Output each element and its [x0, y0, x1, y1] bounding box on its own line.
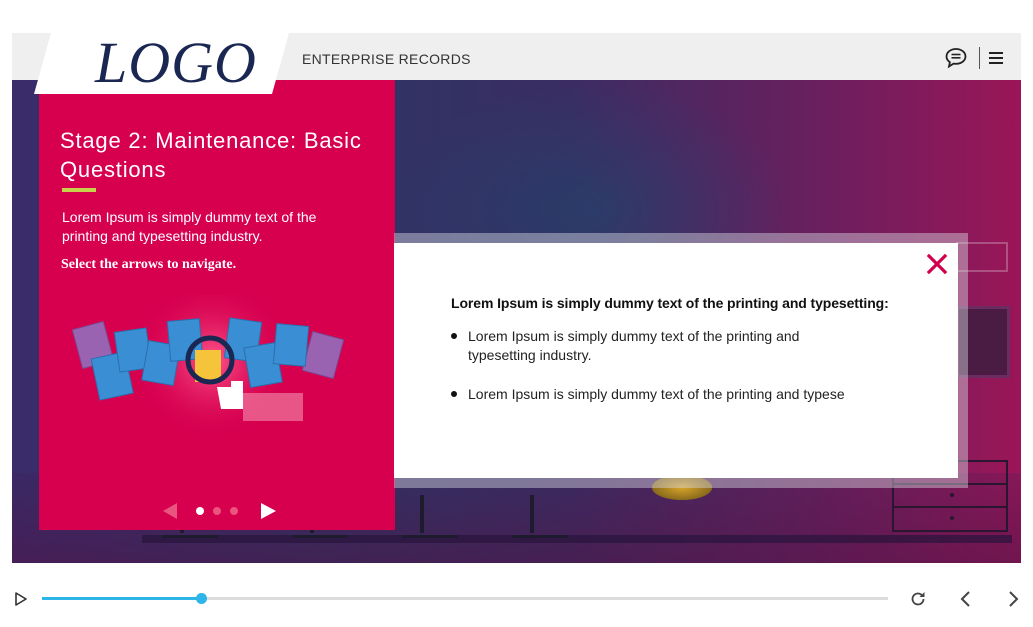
navigation-instruction: Select the arrows to navigate. [61, 257, 237, 272]
prev-icon[interactable] [955, 589, 975, 609]
logo: LOGO [34, 33, 289, 94]
pager-dot[interactable] [230, 507, 238, 515]
info-popup: Lorem Ipsum is simply dummy text of the … [394, 243, 958, 478]
office-chair [512, 485, 568, 538]
course-title: ENTERPRISE RECORDS [302, 51, 471, 67]
next-icon[interactable] [1004, 589, 1024, 609]
content-panel: Stage 2: Maintenance: Basic Questions Lo… [39, 80, 395, 530]
popup-bullet: Lorem Ipsum is simply dummy text of the … [451, 385, 888, 404]
hamburger-menu-icon[interactable] [984, 47, 1008, 69]
pager-dot[interactable] [213, 507, 221, 515]
header-divider [979, 47, 980, 69]
pager-dot-active[interactable] [196, 507, 204, 515]
slide-pager [159, 499, 279, 523]
close-icon[interactable] [924, 251, 950, 277]
desk-line [142, 535, 1012, 543]
prev-arrow-icon[interactable] [163, 503, 177, 519]
replay-icon[interactable] [908, 589, 928, 609]
playback-bar [0, 585, 1033, 615]
popup-heading: Lorem Ipsum is simply dummy text of the … [451, 295, 889, 311]
stage-title: Stage 2: Maintenance: Basic Questions [60, 128, 362, 182]
panel-body-text: Lorem Ipsum is simply dummy text of the … [62, 209, 317, 244]
play-icon[interactable] [10, 589, 30, 609]
logo-text: LOGO [95, 30, 257, 95]
progress-handle[interactable] [196, 593, 208, 604]
popup-bullet: Lorem Ipsum is simply dummy text of the … [451, 327, 838, 365]
next-arrow-icon[interactable] [261, 503, 276, 519]
documents-magnifier-illustration [71, 295, 345, 435]
progress-fill [42, 597, 202, 600]
title-underline [62, 188, 96, 192]
progress-track[interactable] [42, 593, 888, 604]
chat-icon[interactable] [944, 47, 968, 69]
office-chair [402, 485, 458, 538]
popup-bullet-list: Lorem Ipsum is simply dummy text of the … [451, 327, 845, 424]
